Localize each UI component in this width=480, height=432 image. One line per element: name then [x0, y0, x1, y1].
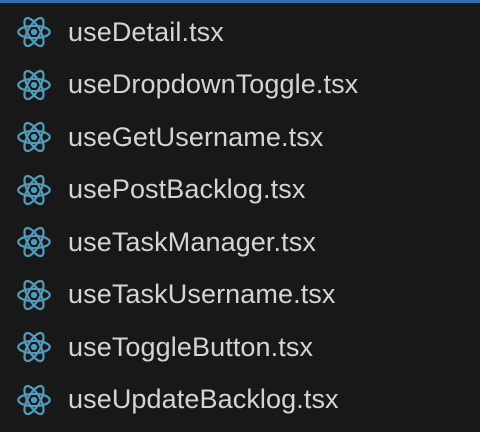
file-name: useToggleButton.tsx	[68, 331, 314, 362]
react-icon	[16, 329, 52, 365]
react-icon	[16, 67, 52, 103]
file-name: usePostBacklog.tsx	[68, 174, 306, 205]
file-item-use-toggle-button[interactable]: useToggleButton.tsx	[0, 321, 480, 374]
file-name: useDropdownToggle.tsx	[68, 69, 359, 100]
file-item-use-update-backlog[interactable]: useUpdateBacklog.tsx	[0, 374, 480, 427]
file-name: useTaskUsername.tsx	[68, 279, 336, 310]
file-name: useGetUsername.tsx	[68, 121, 324, 152]
focus-border	[0, 0, 480, 3]
file-name: useUpdateBacklog.tsx	[68, 384, 339, 415]
file-item-use-post-backlog[interactable]: usePostBacklog.tsx	[0, 164, 480, 217]
file-name: useTaskManager.tsx	[68, 226, 316, 257]
file-item-use-detail[interactable]: useDetail.tsx	[0, 6, 480, 59]
react-icon	[16, 14, 52, 50]
file-explorer: useDetail.tsx useDropdownToggle.tsx useG…	[0, 0, 480, 432]
react-icon	[16, 277, 52, 313]
file-tree: useDetail.tsx useDropdownToggle.tsx useG…	[0, 6, 480, 426]
file-name: useDetail.tsx	[68, 16, 224, 47]
file-item-use-task-username[interactable]: useTaskUsername.tsx	[0, 269, 480, 322]
react-icon	[16, 172, 52, 208]
file-item-use-dropdown-toggle[interactable]: useDropdownToggle.tsx	[0, 59, 480, 112]
file-item-use-get-username[interactable]: useGetUsername.tsx	[0, 111, 480, 164]
file-item-use-task-manager[interactable]: useTaskManager.tsx	[0, 216, 480, 269]
react-icon	[16, 224, 52, 260]
react-icon	[16, 382, 52, 418]
react-icon	[16, 119, 52, 155]
